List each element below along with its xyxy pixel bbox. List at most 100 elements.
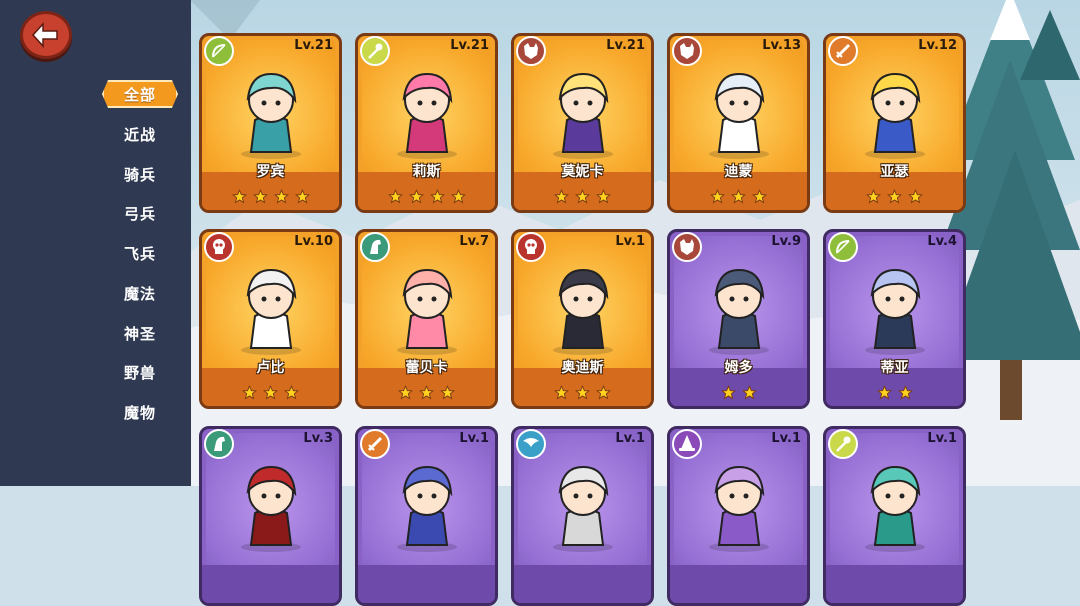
hero-card[interactable]: Lv.1 [511, 426, 654, 606]
hero-name: 莫妮卡 [561, 164, 604, 180]
hero-portrait [240, 268, 301, 355]
hero-name: 卢比 [256, 360, 285, 376]
star-icon [710, 189, 725, 204]
star-rating [826, 189, 963, 204]
wing-icon [523, 438, 539, 447]
filter-beast[interactable]: 野兽 [102, 358, 178, 386]
star-icon [575, 189, 590, 204]
card-footer [826, 565, 963, 603]
star-rating [358, 189, 495, 204]
back-arrow-icon [31, 22, 58, 48]
class-badge [360, 232, 390, 262]
hero-card[interactable]: Lv.4 蒂亚 [823, 229, 966, 409]
star-rating [358, 385, 495, 400]
filter-label: 神圣 [123, 324, 156, 343]
hero-card[interactable]: Lv.10 卢比 [199, 229, 342, 409]
hero-name: 亚瑟 [880, 164, 909, 180]
star-icon [731, 189, 746, 204]
class-badge [516, 36, 546, 66]
star-icon [554, 189, 569, 204]
hero-name: 姆多 [724, 360, 753, 376]
hero-portrait [552, 72, 613, 159]
filter-monster[interactable]: 魔物 [102, 398, 178, 426]
card-footer [514, 565, 651, 603]
filter-label: 魔物 [123, 403, 156, 422]
hero-level: Lv.21 [294, 38, 333, 53]
horse-icon [214, 436, 225, 451]
hero-card[interactable]: Lv.13 迪蒙 [667, 33, 810, 213]
star-icon [596, 385, 611, 400]
class-badge [828, 429, 858, 459]
hero-card[interactable]: Lv.21 罗宾 [199, 33, 342, 213]
hero-level: Lv.7 [459, 234, 489, 249]
star-icon [908, 189, 923, 204]
hero-level: Lv.4 [927, 234, 957, 249]
hero-card[interactable]: Lv.1 [355, 426, 498, 606]
star-icon [284, 385, 299, 400]
class-badge [516, 429, 546, 459]
filter-cavalry[interactable]: 骑兵 [102, 160, 178, 188]
filter-magic[interactable]: 魔法 [102, 279, 178, 307]
wizard-hat-icon [679, 435, 695, 451]
hero-portrait [396, 72, 457, 159]
hero-name: 莉斯 [412, 164, 441, 180]
back-button[interactable] [20, 11, 72, 59]
hero-card[interactable]: Lv.21 莫妮卡 [511, 33, 654, 213]
hero-level: Lv.13 [762, 38, 801, 53]
staff-icon [836, 436, 851, 452]
filter-melee[interactable]: 近战 [102, 120, 178, 148]
hero-card[interactable]: Lv.21 莉斯 [355, 33, 498, 213]
star-rating [202, 189, 339, 204]
star-icon [294, 189, 310, 204]
hero-card[interactable]: Lv.9 姆多 [667, 229, 810, 409]
card-footer [358, 565, 495, 603]
hero-portrait [864, 72, 925, 159]
star-rating [670, 189, 807, 204]
hero-portrait [708, 465, 769, 552]
bow-icon [212, 44, 226, 58]
filter-holy[interactable]: 神圣 [102, 319, 178, 347]
star-rating [514, 189, 651, 204]
hero-level: Lv.21 [450, 38, 489, 53]
class-badge [516, 232, 546, 262]
hero-card[interactable]: Lv.1 [667, 426, 810, 606]
horse-icon [370, 239, 381, 254]
class-badge [360, 36, 390, 66]
filter-all[interactable]: 全部 [102, 80, 178, 108]
star-rating [826, 385, 963, 400]
hero-name: 蒂亚 [880, 360, 909, 376]
filter-label: 近战 [123, 125, 156, 144]
class-badge [672, 36, 702, 66]
hero-level: Lv.9 [771, 234, 801, 249]
star-icon [242, 385, 257, 400]
card-footer [670, 565, 807, 603]
star-icon [897, 385, 913, 400]
star-icon [866, 189, 881, 204]
hero-card[interactable]: Lv.7 蕾贝卡 [355, 229, 498, 409]
staff-icon [368, 43, 383, 59]
star-rating [670, 385, 807, 400]
skull-icon [525, 239, 537, 254]
hero-level: Lv.1 [459, 431, 489, 446]
hero-level: Lv.1 [615, 234, 645, 249]
hero-card[interactable]: Lv.3 [199, 426, 342, 606]
star-rating [514, 385, 651, 400]
filter-label: 骑兵 [123, 165, 156, 184]
hero-card[interactable]: Lv.1 [823, 426, 966, 606]
hero-portrait [864, 268, 925, 355]
filter-label: 魔法 [123, 284, 156, 303]
star-icon [273, 189, 289, 204]
wolf-icon [680, 43, 694, 59]
hero-portrait [552, 268, 613, 355]
class-badge [360, 429, 390, 459]
filter-flyer[interactable]: 飞兵 [102, 239, 178, 267]
hero-card[interactable]: Lv.12 亚瑟 [823, 33, 966, 213]
hero-level: Lv.10 [294, 234, 333, 249]
hero-portrait [396, 465, 457, 552]
hero-card[interactable]: Lv.1 奥迪斯 [511, 229, 654, 409]
hero-portrait [552, 465, 613, 552]
star-icon [596, 189, 611, 204]
star-icon [741, 385, 757, 400]
class-badge [204, 36, 234, 66]
filter-archer[interactable]: 弓兵 [102, 199, 178, 227]
